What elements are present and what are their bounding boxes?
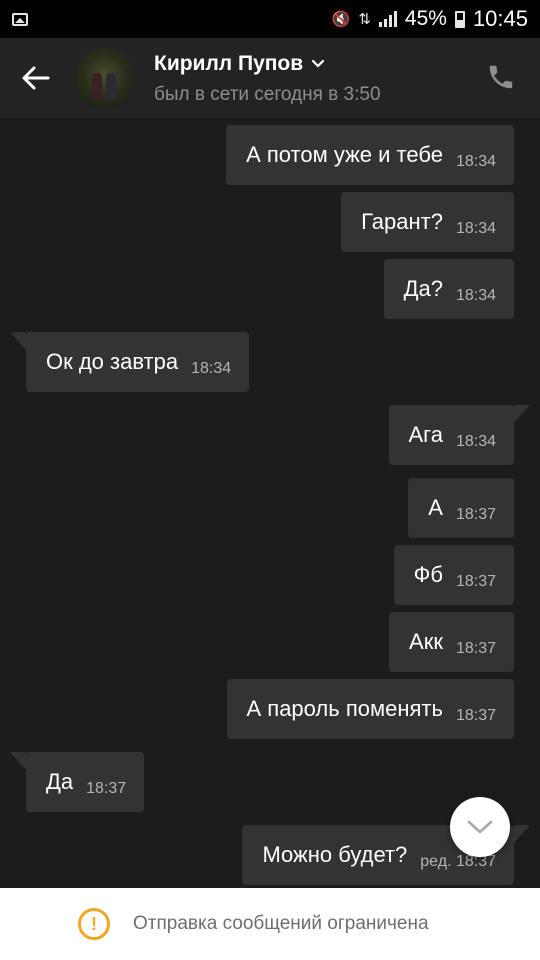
outgoing-message[interactable]: Да? 18:34 <box>383 259 514 319</box>
message-time: 18:34 <box>191 360 232 377</box>
back-button[interactable] <box>18 60 54 96</box>
status-bar: 🔇 ⇅ 45% 10:45 <box>0 0 540 38</box>
last-seen-status: был в сети сегодня в 3:50 <box>154 84 381 105</box>
chevron-down-icon <box>467 820 493 834</box>
message-text: Ок до завтра <box>46 349 179 374</box>
avatar[interactable] <box>74 48 135 109</box>
message-text: А <box>428 495 443 520</box>
gallery-notification-icon <box>12 12 28 26</box>
message-list[interactable]: А потом уже и тебе 18:34 Гарант? 18:34 Да? 18… <box>0 120 540 888</box>
message-text: Гарант? <box>361 209 443 234</box>
message-text: А потом уже и тебе <box>246 142 443 167</box>
chevron-down-icon[interactable] <box>311 59 325 69</box>
incoming-message[interactable]: Да 18:37 <box>9 752 145 812</box>
message-text: Можно будет? <box>262 842 408 867</box>
battery-percent: 45% <box>404 7 447 30</box>
mute-icon: 🔇 <box>331 11 351 28</box>
message-time: 18:37 <box>455 506 496 523</box>
outgoing-message[interactable]: Ага 18:34 <box>388 405 530 465</box>
message-time: 18:37 <box>455 640 496 657</box>
message-text: Фб <box>413 562 443 587</box>
message-time: 18:34 <box>455 433 496 450</box>
messaging-restricted-banner: ! Отправка сообщений ограничена <box>0 888 540 960</box>
outgoing-message[interactable]: А 18:37 <box>408 478 514 538</box>
incoming-message[interactable]: Ок до завтра 18:34 <box>9 332 250 392</box>
message-time: 18:34 <box>455 153 496 170</box>
signal-icon <box>378 11 397 27</box>
outgoing-message[interactable]: Фб 18:37 <box>393 545 514 605</box>
message-text: Да <box>46 769 74 794</box>
outgoing-message[interactable]: А пароль поменять 18:37 <box>226 679 514 739</box>
message-text: А пароль поменять <box>246 696 443 721</box>
call-button[interactable] <box>486 62 520 96</box>
battery-icon <box>454 10 465 28</box>
message-text: Ага <box>408 422 443 447</box>
status-clock: 10:45 <box>472 6 528 31</box>
message-time: 18:37 <box>86 780 127 797</box>
outgoing-message[interactable]: Гарант? 18:34 <box>341 192 514 252</box>
data-transfer-icon: ⇅ <box>358 11 371 28</box>
exclamation-circle-icon: ! <box>78 908 110 940</box>
outgoing-message[interactable]: Акк 18:37 <box>389 612 514 672</box>
scroll-down-button[interactable] <box>450 797 510 857</box>
outgoing-message[interactable]: А потом уже и тебе 18:34 <box>226 125 514 185</box>
contact-name-text: Кирилл Пупов <box>154 52 304 75</box>
message-text: Акк <box>409 629 443 654</box>
message-time: 18:37 <box>455 573 496 590</box>
message-time: 18:34 <box>455 287 496 304</box>
message-text: Да? <box>403 276 443 301</box>
message-time: 18:34 <box>455 220 496 237</box>
contact-name[interactable]: Кирилл Пупов <box>154 52 325 76</box>
restricted-notice: Отправка сообщений ограничена <box>133 913 429 934</box>
arrow-left-icon <box>22 66 50 90</box>
phone-icon <box>489 65 513 89</box>
chat-header: Кирилл Пупов был в сети сегодня в 3:50 <box>0 38 540 120</box>
message-time: 18:37 <box>455 707 496 724</box>
